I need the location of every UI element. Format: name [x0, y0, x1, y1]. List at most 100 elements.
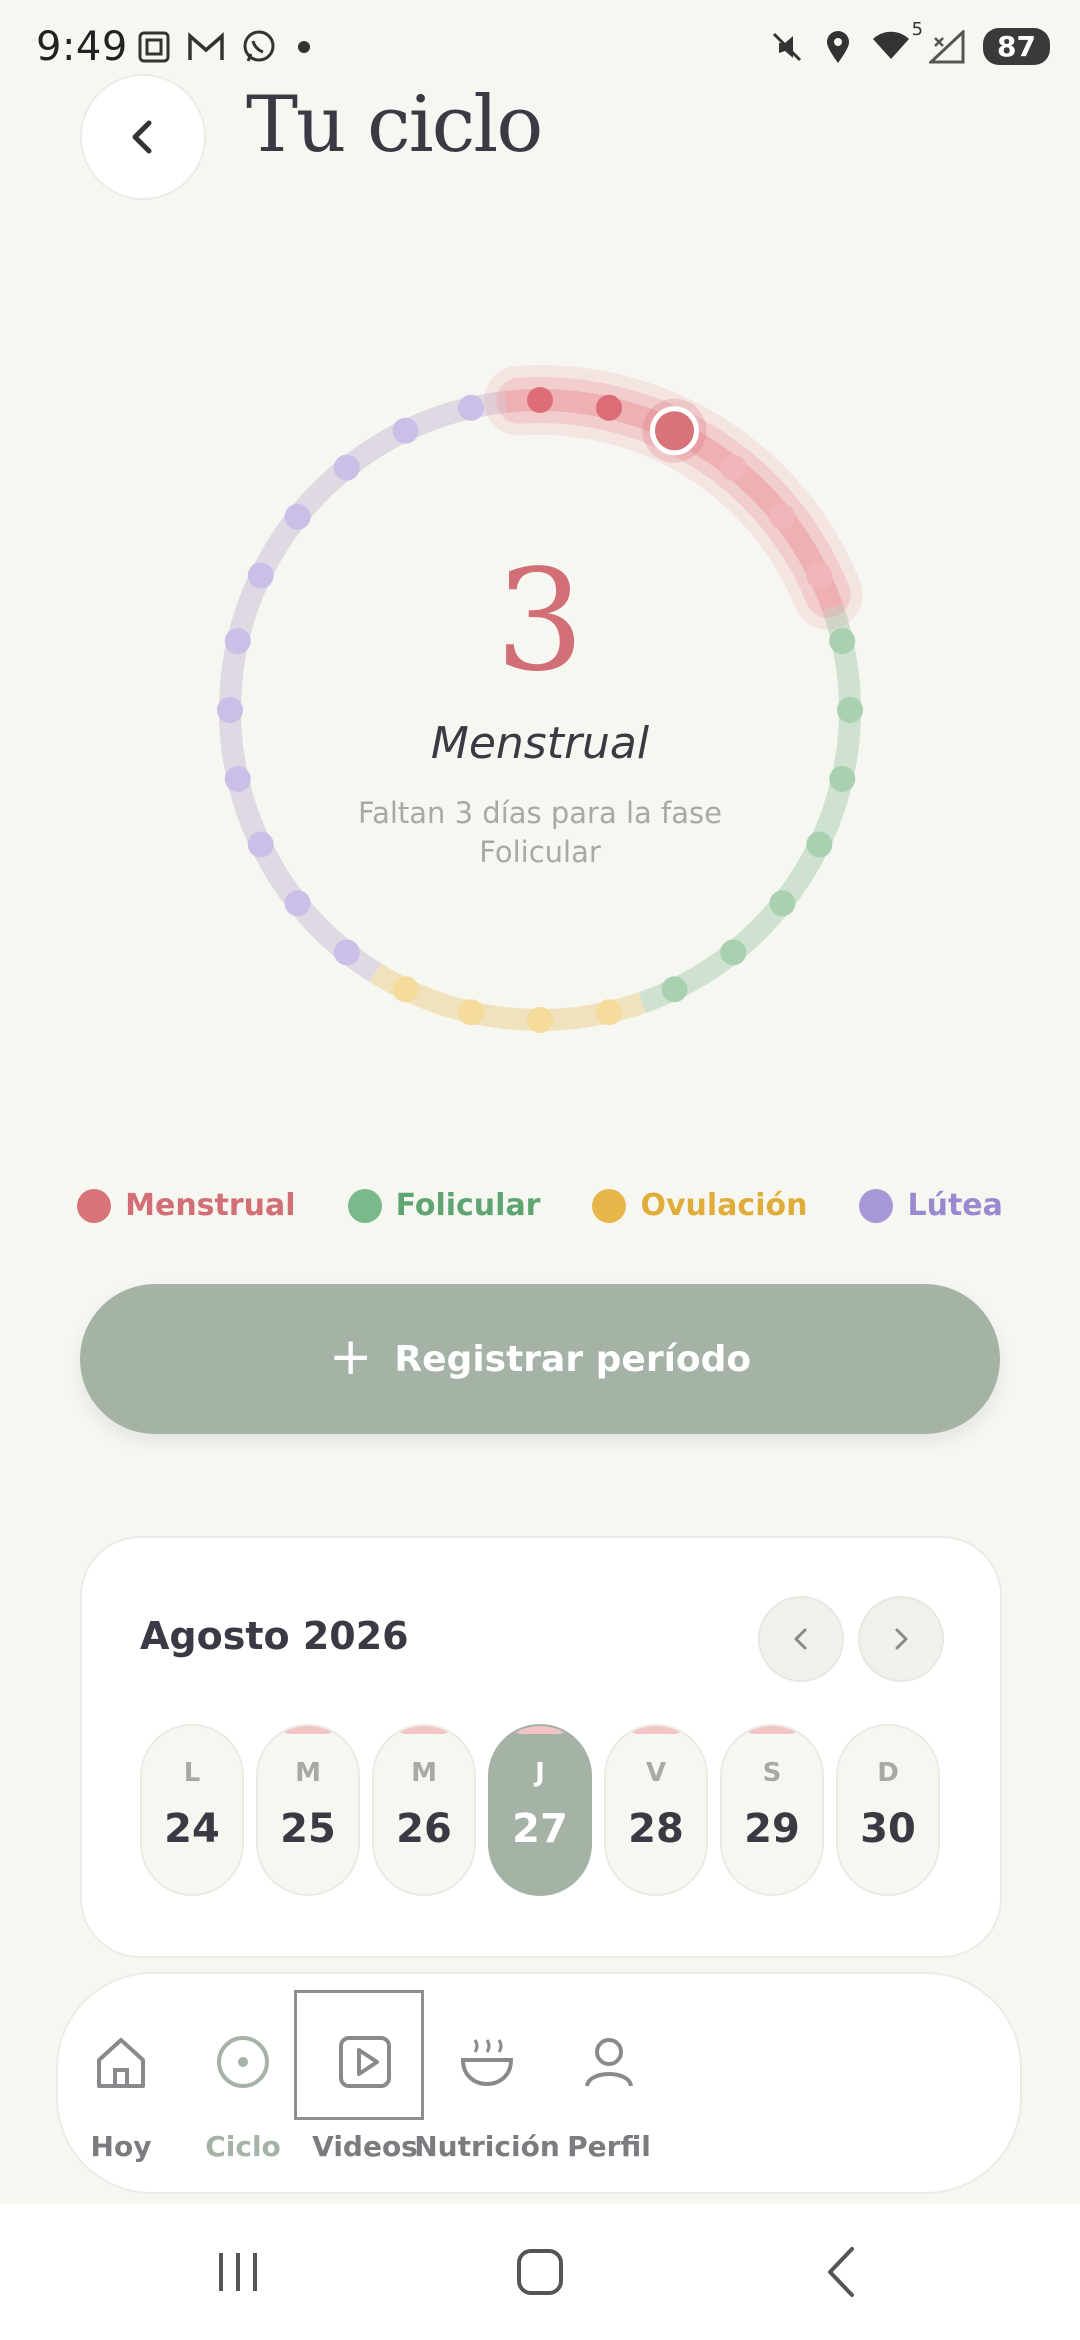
cycle-day-dot[interactable] [284, 890, 311, 917]
legend-item-menstrual: Menstrual [77, 1188, 296, 1223]
whatsapp-icon [243, 30, 275, 62]
location-icon [827, 30, 850, 63]
back-system-button[interactable] [802, 2242, 882, 2302]
profile-icon [585, 2038, 633, 2087]
calendar-next-button[interactable] [858, 1596, 944, 1682]
calendar-week-strip: L 24 M 25 M 26 J 27 V 28 S 29 D 30 [140, 1724, 940, 1896]
signal-icon [929, 29, 965, 63]
cycle-day-dot[interactable] [720, 939, 747, 966]
cycle-day-dot[interactable] [284, 503, 311, 530]
calendar-day[interactable]: S 29 [720, 1724, 824, 1896]
system-status-icons: 5 87 [769, 19, 1050, 65]
register-period-button[interactable]: + Registrar período [80, 1284, 1000, 1434]
calendar-prev-button[interactable] [758, 1596, 844, 1682]
cycle-icon [217, 2036, 269, 2088]
back-button[interactable] [80, 74, 206, 200]
calendar-day-number: 27 [512, 1806, 568, 1852]
calendar-day-number: 26 [396, 1806, 452, 1852]
current-day-marker[interactable] [650, 406, 700, 456]
legend-dot [77, 1188, 112, 1223]
register-period-label: Registrar período [394, 1338, 752, 1380]
legend-label: Folicular [395, 1188, 541, 1223]
calendar-day-letter: S [762, 1758, 782, 1788]
page-title: Tu ciclo [246, 80, 543, 170]
calendar-day[interactable]: D 30 [836, 1724, 940, 1896]
cycle-day-dot[interactable] [527, 387, 553, 413]
calendar-day[interactable]: L 24 [140, 1724, 244, 1896]
wifi-badge: 5 [911, 18, 924, 40]
calendar-day-letter: J [535, 1758, 545, 1788]
legend-item-ovulacion: Ovulación [592, 1188, 807, 1223]
calendar-day-letter: V [645, 1758, 667, 1788]
chevron-right-icon [895, 1628, 908, 1650]
calendar-day-letter: L [183, 1758, 201, 1788]
cycle-day-dot[interactable] [224, 765, 251, 792]
chevron-left-icon [132, 120, 152, 154]
calendar-day-letter: D [877, 1758, 899, 1788]
wifi-indicator: 5 [871, 19, 923, 65]
cycle-day-number: 3 [495, 540, 585, 703]
cycle-day-dot[interactable] [392, 976, 419, 1003]
plus-icon: + [328, 1327, 373, 1387]
cycle-day-dot[interactable] [392, 417, 419, 444]
calendar-day[interactable]: M 25 [256, 1724, 360, 1896]
recents-button[interactable] [198, 2242, 278, 2302]
cycle-phase-label: Menstrual [430, 718, 650, 769]
cycle-day-dot[interactable] [595, 999, 622, 1026]
legend-label: Lútea [907, 1188, 1003, 1223]
mute-icon [772, 32, 802, 61]
nav-item-perfil[interactable]: Perfil [529, 1974, 689, 2196]
bowl-icon [460, 2039, 514, 2087]
home-button-icon [517, 2249, 563, 2295]
calendar-day-letter: M [411, 1758, 437, 1788]
battery-indicator: 87 [983, 28, 1050, 65]
phase-legend: Menstrual Folicular Ovulación Lútea [0, 1188, 1080, 1223]
cycle-day-dot[interactable] [458, 394, 485, 421]
back-icon [828, 2247, 854, 2297]
cycle-day-dot[interactable] [806, 831, 833, 858]
cycle-day-dot[interactable] [661, 976, 688, 1003]
notification-icons [136, 28, 316, 66]
calendar-day-number: 29 [744, 1806, 800, 1852]
calendar-day-number: 25 [280, 1806, 336, 1852]
cycle-day-dot[interactable] [829, 765, 856, 792]
cycle-day-dot[interactable] [247, 831, 274, 858]
calendar-day-number: 28 [628, 1806, 684, 1852]
legend-dot [859, 1188, 894, 1223]
cycle-day-dot[interactable] [458, 999, 485, 1026]
chevron-left-icon [794, 1628, 807, 1650]
system-navigation-bar [0, 2204, 1080, 2340]
bottom-navigation: Hoy Ciclo Videos Nutrición Perfil [56, 1972, 1022, 2194]
calendar-card: Agosto 2026 L 24 M 25 M 26 J 27 V 28 S 29 D 30 [80, 1536, 1002, 1958]
legend-dot [347, 1188, 382, 1223]
cycle-day-dot[interactable] [720, 454, 747, 481]
calendar-month-title: Agosto 2026 [140, 1614, 409, 1658]
dot-icon [298, 41, 310, 53]
cycle-phase-subtitle: Faltan 3 días para la fase Folicular [358, 796, 722, 869]
screenshot-icon [138, 31, 170, 63]
calendar-day-number: 24 [164, 1806, 220, 1852]
legend-item-lutea: Lútea [859, 1188, 1003, 1223]
wifi-icon [873, 31, 910, 59]
cycle-day-dot[interactable] [769, 503, 796, 530]
legend-label: Ovulación [640, 1188, 808, 1223]
status-time: 9:49 [36, 24, 128, 70]
calendar-day[interactable]: J 27 [488, 1724, 592, 1896]
recents-icon [219, 2253, 257, 2291]
calendar-day-number: 30 [860, 1806, 916, 1852]
calendar-day-letter: M [295, 1758, 321, 1788]
legend-label: Menstrual [125, 1188, 296, 1223]
cycle-day-dot[interactable] [769, 890, 796, 917]
calendar-day[interactable]: M 26 [372, 1724, 476, 1896]
legend-dot [592, 1188, 627, 1223]
home-system-button[interactable] [500, 2242, 580, 2302]
gmail-icon [188, 32, 224, 60]
cycle-day-dot[interactable] [333, 939, 360, 966]
home-icon [97, 2038, 145, 2088]
nav-label: Perfil [567, 2130, 651, 2163]
cycle-day-dot[interactable] [333, 454, 360, 481]
cycle-day-dot[interactable] [595, 394, 622, 421]
cycle-day-dot[interactable] [527, 1007, 553, 1033]
calendar-day[interactable]: V 28 [604, 1724, 708, 1896]
video-icon [339, 2036, 391, 2088]
